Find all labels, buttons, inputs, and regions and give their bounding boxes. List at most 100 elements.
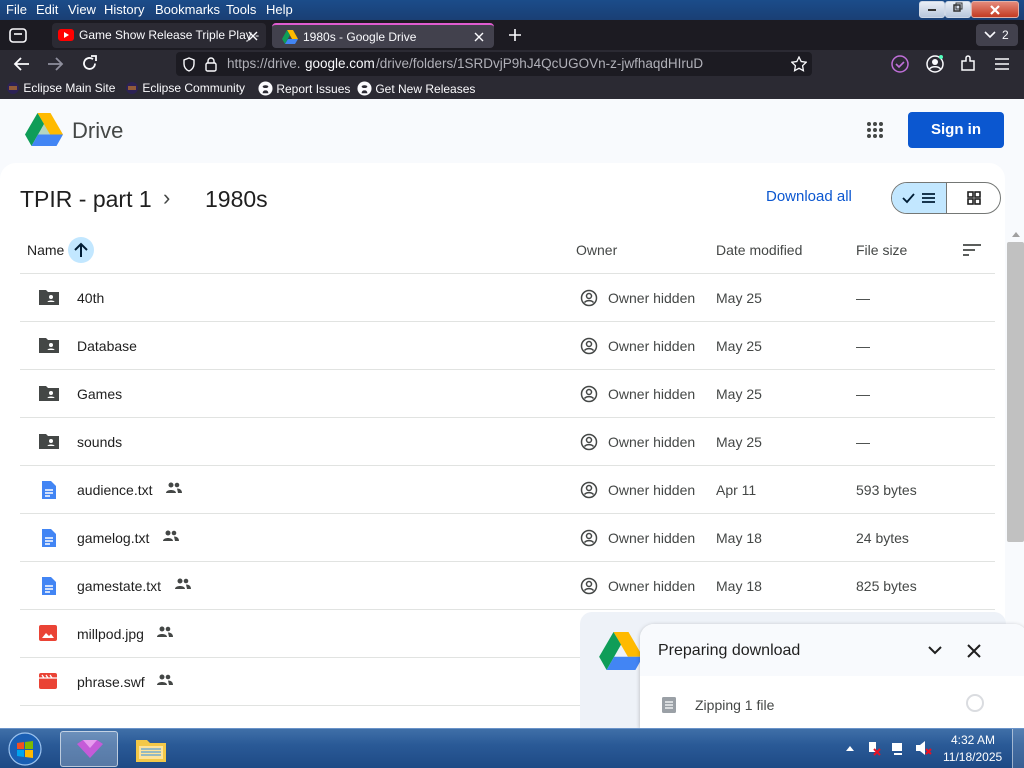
drive-logo-icon[interactable] [25,113,63,146]
file-row[interactable]: gamelog.txt Owner hidden May 18 24 bytes [20,514,995,562]
reload-icon[interactable] [81,55,98,72]
image-icon [39,625,57,641]
bookmark-eclipse-community[interactable]: Eclipse Community [125,81,245,95]
file-row[interactable]: 40th Owner hidden May 25 — [20,274,995,322]
column-header-owner[interactable]: Owner [576,242,617,258]
shared-people-icon [157,626,173,637]
sign-in-button[interactable]: Sign in [908,112,1004,148]
bookmark-report-issues[interactable]: Report Issues [258,81,350,96]
file-name: sounds [77,434,123,450]
forward-icon[interactable] [47,56,64,72]
volume-muted-icon[interactable] [915,740,933,756]
list-view-button[interactable] [892,183,947,213]
bookmark-eclipse-main[interactable]: Eclipse Main Site [6,81,115,95]
file-row[interactable]: sounds Owner hidden May 25 — [20,418,995,466]
new-tab-button[interactable] [507,27,527,45]
column-header-size[interactable]: File size [856,242,907,258]
apps-grid-icon[interactable] [866,121,884,139]
account-icon[interactable] [926,55,944,73]
tab-google-drive[interactable]: 1980s - Google Drive [272,23,494,48]
network-icon[interactable] [891,740,907,756]
bookmark-label: Report Issues [276,82,351,96]
owner-text: Owner hidden [608,530,696,546]
close-icon [990,5,1000,15]
scrollbar-thumb[interactable] [1007,242,1024,542]
extensions-icon[interactable] [959,55,977,73]
bookmark-label: Eclipse Main Site [23,81,116,95]
show-hidden-icons-icon[interactable] [845,744,855,752]
menu-bookmarks[interactable]: Bookmarks [155,2,220,17]
taskbar-explorer-button[interactable] [126,731,176,767]
tab-label: 1980s - Google Drive [303,30,417,44]
restore-button[interactable] [945,1,971,18]
tab-game-show[interactable]: Game Show Release Triple Play - [52,23,266,48]
action-center-icon[interactable] [866,740,882,756]
menu-file[interactable]: File [6,2,27,17]
menu-view[interactable]: View [68,2,96,17]
close-panel-icon[interactable] [967,644,981,658]
restore-icon [953,2,963,12]
view-toggle [891,182,1001,214]
clock-date[interactable]: 11/18/2025 [943,750,1002,764]
file-row[interactable]: audience.txt Owner hidden Apr 11 593 byt… [20,466,995,514]
owner-avatar-icon [580,289,598,307]
bookmark-get-new-releases[interactable]: Get New Releases [357,81,475,96]
minimize-button[interactable] [919,1,945,18]
breadcrumb-chevron-icon: › [163,185,171,210]
download-all-button[interactable]: Download all [766,188,852,205]
column-header-date[interactable]: Date modified [716,242,802,258]
menu-edit[interactable]: Edit [36,2,58,17]
file-row[interactable]: Database Owner hidden May 25 — [20,322,995,370]
pocket-icon[interactable] [891,55,909,73]
show-desktop-button[interactable] [1012,729,1024,768]
taskbar-browser-button[interactable] [60,731,118,767]
shared-folder-icon [39,386,59,401]
file-row[interactable]: Games Owner hidden May 25 — [20,370,995,418]
clock-time[interactable]: 4:32 AM [951,733,995,747]
owner-text: Owner hidden [608,338,696,354]
owner-avatar-icon [580,337,598,355]
collapse-chevron-icon[interactable] [928,646,942,655]
back-icon[interactable] [13,56,30,72]
column-header-name[interactable]: Name [27,242,64,258]
file-name: phrase.swf [77,674,145,690]
close-tab-icon[interactable] [248,31,258,41]
list-all-tabs-button[interactable]: 2 [976,24,1018,46]
tab-label: Game Show Release Triple Play - [79,28,260,42]
lock-icon[interactable] [205,57,217,72]
url-bar[interactable]: https://drive. google.com /drive/folders… [176,52,812,76]
url-path: /drive/folders/1SRDvjP9hJ4QcUGOVn-z-jwfh… [376,56,704,71]
close-window-button[interactable] [971,1,1019,18]
download-panel-title: Preparing download [658,642,801,659]
browser-app-icon [77,740,103,758]
navigation-bar: https://drive. google.com /drive/folders… [0,50,1024,78]
file-name: gamestate.txt [77,578,162,594]
breadcrumb-parent[interactable]: TPIR - part 1 [20,186,152,213]
file-row[interactable]: gamestate.txt Owner hidden May 18 825 by… [20,562,995,610]
sort-ascending-button[interactable] [68,237,94,263]
grid-view-button[interactable] [948,183,1000,213]
shared-people-icon [166,482,182,493]
minimize-icon [928,9,936,11]
scroll-up-icon[interactable] [1012,232,1020,237]
youtube-icon [58,29,74,41]
bookmark-label: Get New Releases [375,82,476,96]
file-name: gamelog.txt [77,530,150,546]
start-button[interactable] [4,732,46,766]
file-size: — [856,338,870,354]
menu-history[interactable]: History [104,2,144,17]
file-size: 24 bytes [856,530,909,546]
shield-icon[interactable] [182,57,196,72]
doc-icon [42,481,56,499]
sort-options-icon[interactable] [962,243,982,257]
tab-overview-button[interactable] [8,26,30,45]
menu-tools[interactable]: Tools [226,2,256,17]
file-size: 593 bytes [856,482,917,498]
close-tab-icon[interactable] [474,32,484,42]
drive-header: Drive Sign in [0,99,1024,161]
menu-help[interactable]: Help [266,2,293,17]
shared-folder-icon [39,434,59,449]
shared-folder-icon [39,290,59,305]
bookmark-star-icon[interactable] [791,56,807,72]
hamburger-menu-icon[interactable] [994,57,1010,71]
